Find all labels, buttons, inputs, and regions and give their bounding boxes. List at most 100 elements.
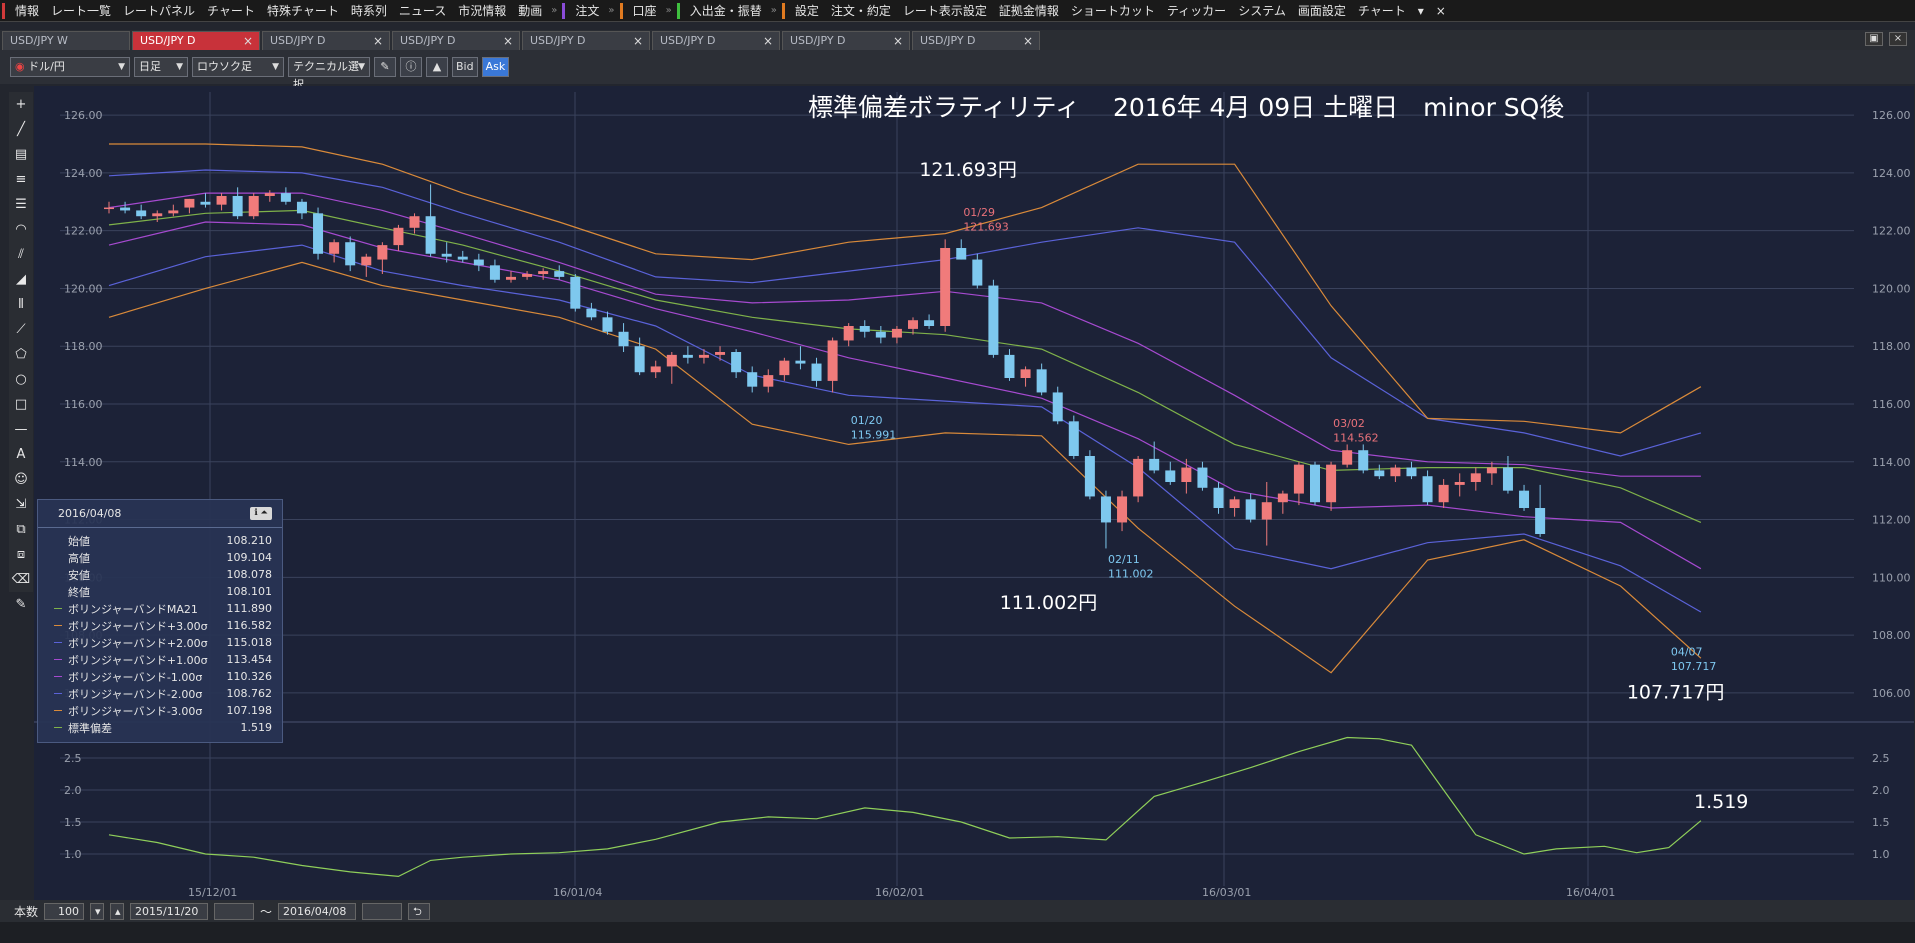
drawing-tool-icon[interactable]: ≡ bbox=[10, 167, 32, 192]
drawing-tool-icon[interactable]: □ bbox=[10, 392, 32, 417]
technical-select[interactable]: テクニカル選択 ▼ bbox=[288, 57, 370, 91]
menu-overflow-icon[interactable]: » bbox=[605, 5, 617, 16]
close-window-icon[interactable]: × bbox=[1889, 32, 1907, 46]
info-row: 安値 108.078 bbox=[38, 566, 282, 583]
menu-item[interactable]: ニュース bbox=[393, 0, 452, 22]
info-panel-header: 2016/04/08 ℹ ⏶ bbox=[38, 500, 282, 528]
menu-item[interactable]: 市況情報 bbox=[452, 0, 512, 22]
menu-item[interactable]: 注文・約定 bbox=[825, 0, 897, 22]
to-date-field[interactable]: 2016/04/08 bbox=[278, 902, 357, 920]
drawing-tool-icon[interactable]: ☰ bbox=[10, 192, 32, 217]
to-time-field[interactable] bbox=[362, 902, 403, 920]
chart-tab[interactable]: USD/JPY D × bbox=[262, 31, 390, 50]
drawing-tool-icon[interactable]: ⬠ bbox=[10, 342, 32, 367]
drawing-tool-icon[interactable]: ○ bbox=[10, 367, 32, 392]
menu-overflow-icon[interactable]: » bbox=[663, 5, 675, 16]
drawing-tool-icon[interactable]: ▤ bbox=[10, 142, 32, 167]
sub-y-tick-label: 1.0 bbox=[64, 848, 82, 861]
ohlc-info-panel: 2016/04/08 ℹ ⏶ 始値 108.210 高値 109.104 安値 108.0… bbox=[37, 499, 283, 743]
area-chart-icon[interactable]: ▲ bbox=[426, 57, 448, 77]
drawing-tool-icon[interactable]: ⦀ bbox=[10, 292, 32, 317]
chart-tab[interactable]: USD/JPY D × bbox=[132, 31, 260, 50]
pen-icon[interactable]: ✎ bbox=[374, 57, 396, 77]
tab-close-icon[interactable]: × bbox=[763, 32, 773, 50]
info-row: 終値 108.101 bbox=[38, 583, 282, 600]
menu-item[interactable]: レートパネル bbox=[117, 0, 201, 22]
menu-group: 設定 注文・約定 レート表示設定 証拠金情報 ショートカット ティッカー システム 画面設定チ… bbox=[780, 0, 1412, 22]
drawing-tool-icon[interactable]: ⧉ bbox=[10, 517, 32, 542]
refresh-icon[interactable]: ⮌ bbox=[408, 902, 431, 920]
menu-item[interactable]: 設定 bbox=[789, 0, 825, 22]
drawing-tool-icon[interactable]: ⧈ bbox=[10, 542, 32, 567]
drawing-tool-icon[interactable]: ◠ bbox=[10, 217, 32, 242]
drawing-tool-icon[interactable]: ⇲ bbox=[10, 492, 32, 517]
drawing-tool-icon[interactable]: ☺ bbox=[10, 467, 32, 492]
menu-item[interactable]: レート一覧 bbox=[45, 0, 117, 22]
status-bar: 本数 100 ▾ ▴ 2015/11/20 ～ 2016/04/08 ⮌ bbox=[0, 900, 1915, 922]
menu-overflow-icon[interactable]: » bbox=[548, 5, 560, 16]
currency-pair-select[interactable]: ◉ ドル/円 ▼ bbox=[10, 57, 130, 77]
chart-tab[interactable]: USD/JPY D × bbox=[652, 31, 780, 50]
info-icon[interactable]: ⓘ bbox=[400, 57, 422, 77]
from-date-field[interactable]: 2015/11/20 bbox=[130, 902, 209, 920]
menu-item[interactable]: 注文 bbox=[569, 0, 605, 22]
tab-close-icon[interactable]: × bbox=[633, 32, 643, 50]
drawing-tool-icon[interactable]: ⌫ bbox=[10, 567, 32, 592]
menu-item[interactable]: システム bbox=[1232, 0, 1292, 22]
period-select[interactable]: 日足 ▼ bbox=[134, 57, 188, 77]
chart-tab[interactable]: USD/JPY D × bbox=[782, 31, 910, 50]
drawing-tool-icon[interactable]: ⫽ bbox=[10, 242, 32, 267]
from-time-field[interactable] bbox=[214, 902, 255, 920]
menu-item[interactable]: 入出金・振替 bbox=[684, 0, 768, 22]
menu-overflow-icon[interactable]: » bbox=[768, 5, 780, 16]
menu-item[interactable]: チャート bbox=[201, 0, 261, 22]
candle-body bbox=[747, 372, 758, 387]
menu-item[interactable]: 時系列 bbox=[345, 0, 393, 22]
menu-item[interactable]: 証拠金情報 bbox=[993, 0, 1065, 22]
price-chart[interactable]: 126.00 124.00 122.00 120.00 118.00 116.00 114.… bbox=[34, 86, 1914, 901]
menu-group: 口座» bbox=[618, 0, 675, 22]
candle-body bbox=[1502, 467, 1513, 491]
drawing-tool-icon[interactable]: ⟋ bbox=[10, 317, 32, 342]
menu-item[interactable]: 口座 bbox=[627, 0, 663, 22]
menu-item[interactable]: 画面設定 bbox=[1292, 0, 1352, 22]
drawing-tool-icon[interactable]: — bbox=[10, 417, 32, 442]
chart-tab[interactable]: USD/JPY D × bbox=[392, 31, 520, 50]
collapse-icon[interactable]: ℹ ⏶ bbox=[250, 507, 272, 520]
tab-close-icon[interactable]: × bbox=[1023, 32, 1033, 50]
tab-close-icon[interactable]: × bbox=[503, 32, 513, 50]
x-tick-label: 16/02/01 bbox=[875, 886, 924, 899]
tab-close-icon[interactable]: × bbox=[243, 32, 253, 50]
menu-item[interactable]: 特殊チャート bbox=[261, 0, 345, 22]
drawing-tool-icon[interactable]: ╱ bbox=[10, 117, 32, 142]
drawing-tool-icon[interactable]: + bbox=[10, 92, 32, 117]
chart-tab[interactable]: USD/JPY D × bbox=[912, 31, 1040, 50]
count-field[interactable]: 100 bbox=[44, 902, 85, 920]
candle-body bbox=[1084, 456, 1095, 497]
tab-close-icon[interactable]: × bbox=[373, 32, 383, 50]
bollinger-band-m2 bbox=[108, 244, 1702, 613]
ask-button[interactable]: Ask bbox=[481, 57, 510, 77]
chart-tab[interactable]: USD/JPY W bbox=[2, 31, 130, 50]
info-label: ボリンジャーバンド+1.00σ bbox=[68, 653, 208, 667]
menu-item[interactable]: 動画 bbox=[512, 0, 548, 22]
drawing-tool-icon[interactable]: ✎ bbox=[10, 592, 32, 617]
menu-item[interactable]: ティッカー bbox=[1161, 0, 1232, 22]
maximize-icon[interactable]: ▣ bbox=[1865, 32, 1883, 46]
menu-more-icon[interactable]: ▾ bbox=[1412, 0, 1430, 22]
chart-tab[interactable]: USD/JPY D × bbox=[522, 31, 650, 50]
menu-item[interactable]: 情報 bbox=[9, 0, 45, 22]
y-tick-label: 122.00 bbox=[64, 225, 103, 238]
chevron-down-icon[interactable]: ▾ bbox=[90, 902, 105, 920]
bid-button[interactable]: Bid bbox=[452, 57, 478, 77]
drawing-tool-icon[interactable]: A bbox=[10, 442, 32, 467]
chart-type-select[interactable]: ロウソク足 ▼ bbox=[192, 57, 284, 77]
tab-close-icon[interactable]: × bbox=[893, 32, 903, 50]
drawing-tool-icon[interactable]: ◢ bbox=[10, 267, 32, 292]
menu-item[interactable]: レート表示設定 bbox=[897, 0, 993, 22]
chevron-up-icon[interactable]: ▴ bbox=[110, 902, 125, 920]
menu-close-icon[interactable]: × bbox=[1430, 0, 1452, 22]
info-value: 108.762 bbox=[226, 687, 273, 700]
menu-item[interactable]: ショートカット bbox=[1065, 0, 1161, 22]
menu-item[interactable]: チャート bbox=[1352, 0, 1412, 22]
